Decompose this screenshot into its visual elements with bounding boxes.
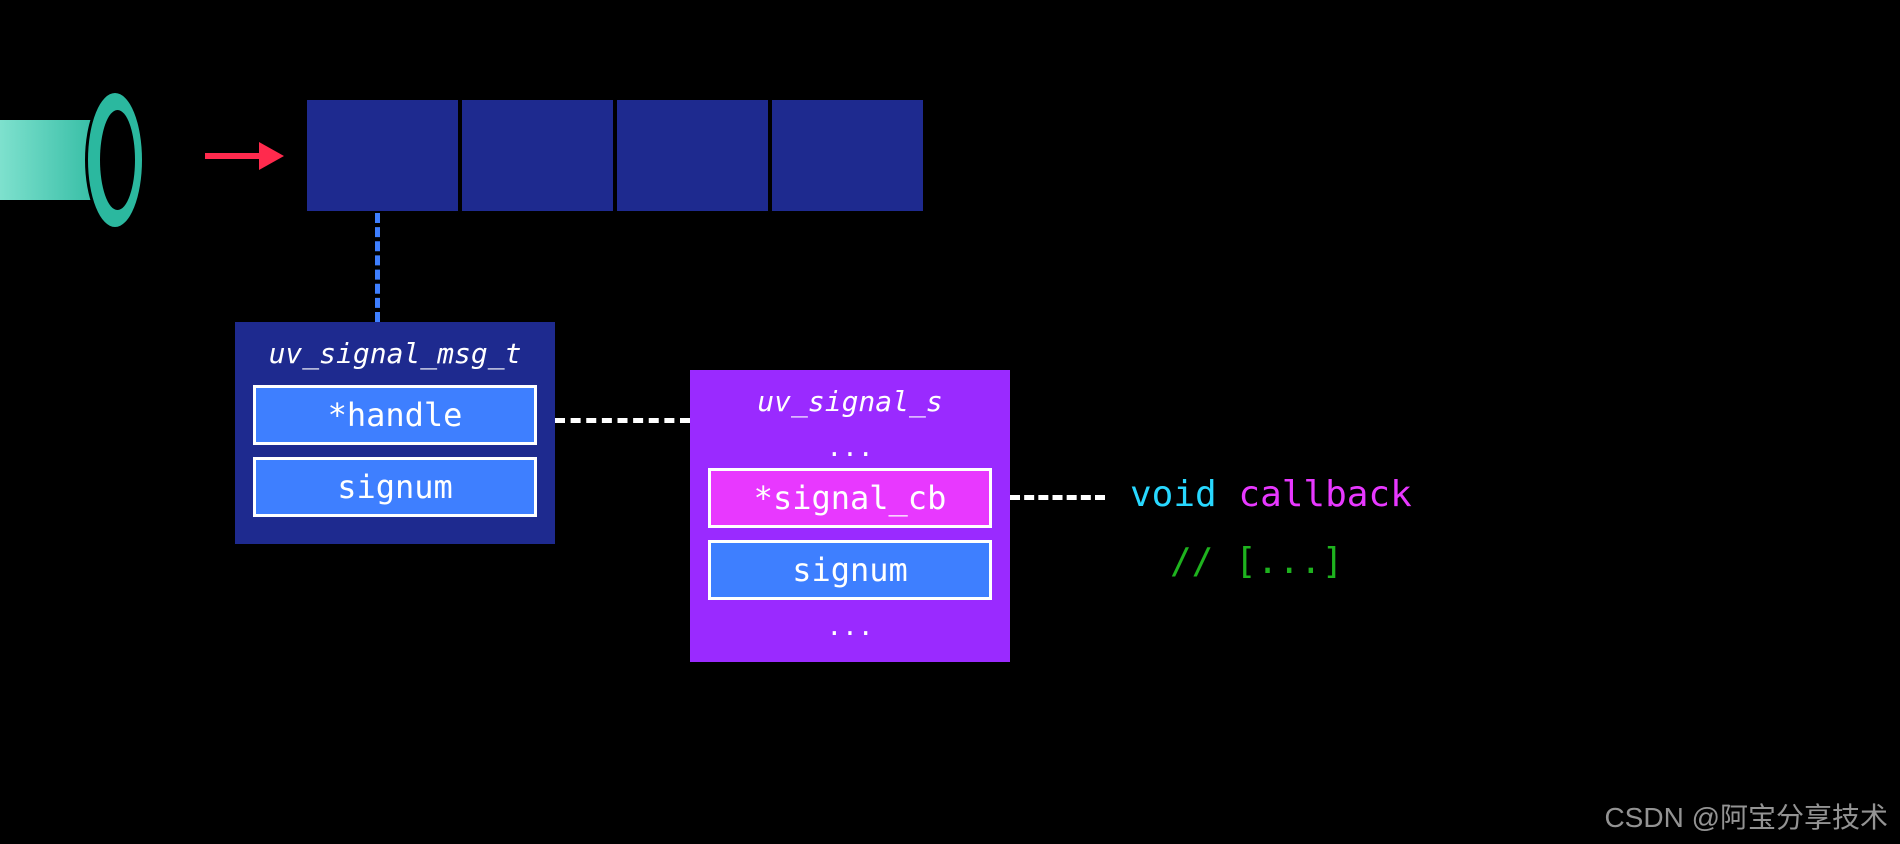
keyword-callback: callback xyxy=(1238,474,1411,515)
connector-cb-to-code xyxy=(1010,495,1105,500)
queue-cell xyxy=(305,98,460,213)
ellipsis: ... xyxy=(708,612,992,642)
field-signum: signum xyxy=(253,457,537,517)
uv-signal-msg-t-struct: uv_signal_msg_t *handle signum xyxy=(235,322,555,544)
code-comment: // [...] xyxy=(1170,529,1412,596)
uv-signal-s-struct: uv_signal_s ... *signal_cb signum ... xyxy=(690,370,1010,662)
struct-title: uv_signal_s xyxy=(708,385,992,418)
queue-cell xyxy=(460,98,615,213)
ellipsis: ... xyxy=(708,433,992,463)
connector-queue-to-msg xyxy=(375,213,380,322)
pipe-icon xyxy=(0,90,160,230)
struct-title: uv_signal_msg_t xyxy=(253,337,537,370)
callback-code: void callback // [...] xyxy=(1130,462,1412,595)
field-signum: signum xyxy=(708,540,992,600)
field-signal-cb: *signal_cb xyxy=(708,468,992,528)
watermark: CSDN @阿宝分享技术 xyxy=(1604,796,1888,836)
keyword-void: void xyxy=(1130,474,1217,515)
connector-handle-to-signal xyxy=(555,418,690,423)
queue-cell xyxy=(615,98,770,213)
queue-cell xyxy=(770,98,925,213)
field-handle: *handle xyxy=(253,385,537,445)
queue-cells xyxy=(305,98,925,213)
